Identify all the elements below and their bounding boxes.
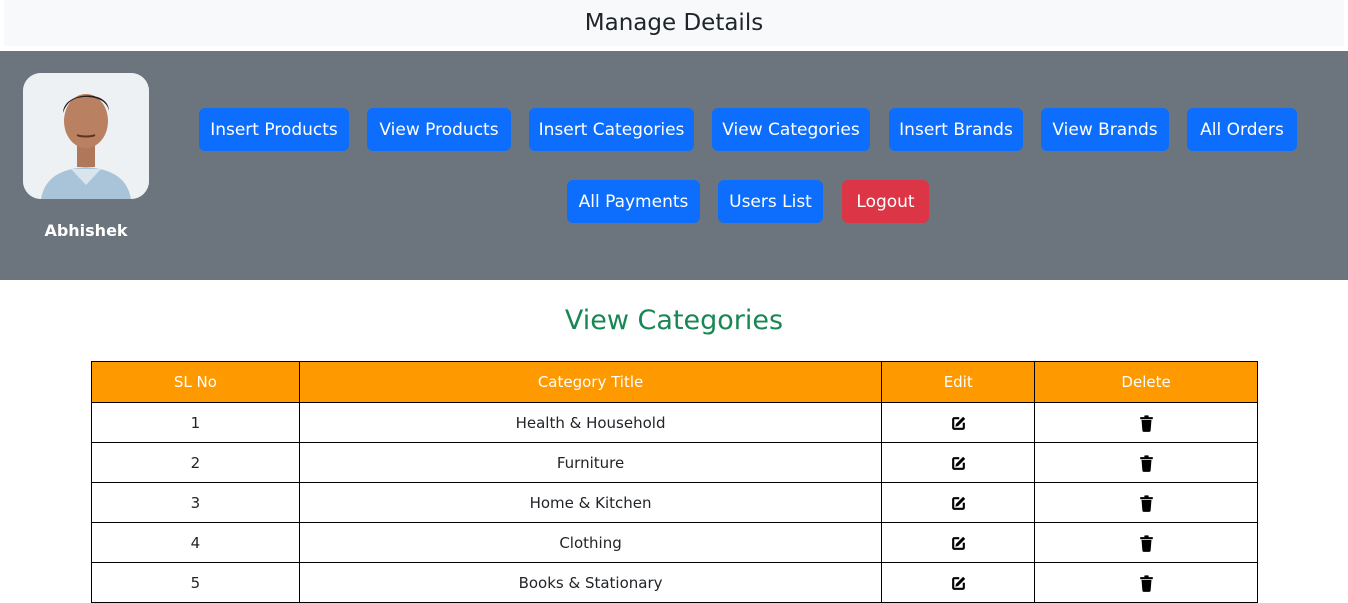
trash-icon[interactable]	[1139, 534, 1154, 552]
edit-cell	[881, 482, 1036, 523]
sl-no-cell: 4	[91, 522, 300, 563]
table-header-row: SL No Category Title Edit Delete	[91, 361, 1258, 403]
delete-cell	[1034, 522, 1258, 563]
sl-no-cell: 5	[91, 562, 300, 603]
categories-table: SL No Category Title Edit Delete 1 Health…	[91, 361, 1258, 603]
avatar	[23, 73, 149, 199]
table-row: 2 Furniture	[91, 442, 1258, 483]
edit-cell	[881, 402, 1036, 443]
edit-icon[interactable]	[950, 414, 967, 432]
trash-icon[interactable]	[1139, 574, 1154, 592]
admin-panel: Abhishek Insert Products View Products I…	[0, 51, 1348, 280]
sl-no-cell: 2	[91, 442, 300, 483]
column-header-category-title: Category Title	[298, 361, 883, 403]
users-list-button[interactable]: Users List	[718, 180, 823, 223]
view-brands-button[interactable]: View Brands	[1041, 108, 1169, 151]
insert-products-button[interactable]: Insert Products	[199, 108, 349, 151]
edit-cell	[881, 522, 1036, 563]
category-title-cell: Home & Kitchen	[298, 482, 883, 523]
table-row: 4 Clothing	[91, 522, 1258, 563]
profile-card: Abhishek	[23, 73, 149, 240]
column-header-delete: Delete	[1034, 361, 1258, 403]
column-header-edit: Edit	[881, 361, 1036, 403]
person-photo-icon	[23, 73, 149, 199]
edit-icon[interactable]	[950, 534, 967, 552]
insert-categories-button[interactable]: Insert Categories	[529, 108, 694, 151]
trash-icon[interactable]	[1139, 494, 1154, 512]
top-header-bar: Manage Details	[4, 0, 1344, 46]
trash-icon[interactable]	[1139, 414, 1154, 432]
insert-brands-button[interactable]: Insert Brands	[889, 108, 1023, 151]
edit-cell	[881, 562, 1036, 603]
section-title: View Categories	[564, 305, 784, 336]
category-title-cell: Furniture	[298, 442, 883, 483]
logout-button[interactable]: Logout	[842, 180, 929, 223]
delete-cell	[1034, 482, 1258, 523]
category-title-cell: Health & Household	[298, 402, 883, 443]
category-title-cell: Books & Stationary	[298, 562, 883, 603]
category-title-cell: Clothing	[298, 522, 883, 563]
delete-cell	[1034, 402, 1258, 443]
profile-name: Abhishek	[44, 221, 128, 240]
view-categories-button[interactable]: View Categories	[712, 108, 870, 151]
column-header-sl-no: SL No	[91, 361, 300, 403]
all-payments-button[interactable]: All Payments	[567, 180, 700, 223]
all-orders-button[interactable]: All Orders	[1187, 108, 1297, 151]
delete-cell	[1034, 442, 1258, 483]
edit-icon[interactable]	[950, 454, 967, 472]
table-row: 5 Books & Stationary	[91, 562, 1258, 603]
edit-icon[interactable]	[950, 494, 967, 512]
page-title: Manage Details	[584, 10, 764, 36]
delete-cell	[1034, 562, 1258, 603]
table-row: 1 Health & Household	[91, 402, 1258, 443]
trash-icon[interactable]	[1139, 454, 1154, 472]
sl-no-cell: 1	[91, 402, 300, 443]
sl-no-cell: 3	[91, 482, 300, 523]
edit-icon[interactable]	[950, 574, 967, 592]
view-products-button[interactable]: View Products	[367, 108, 511, 151]
table-row: 3 Home & Kitchen	[91, 482, 1258, 523]
edit-cell	[881, 442, 1036, 483]
